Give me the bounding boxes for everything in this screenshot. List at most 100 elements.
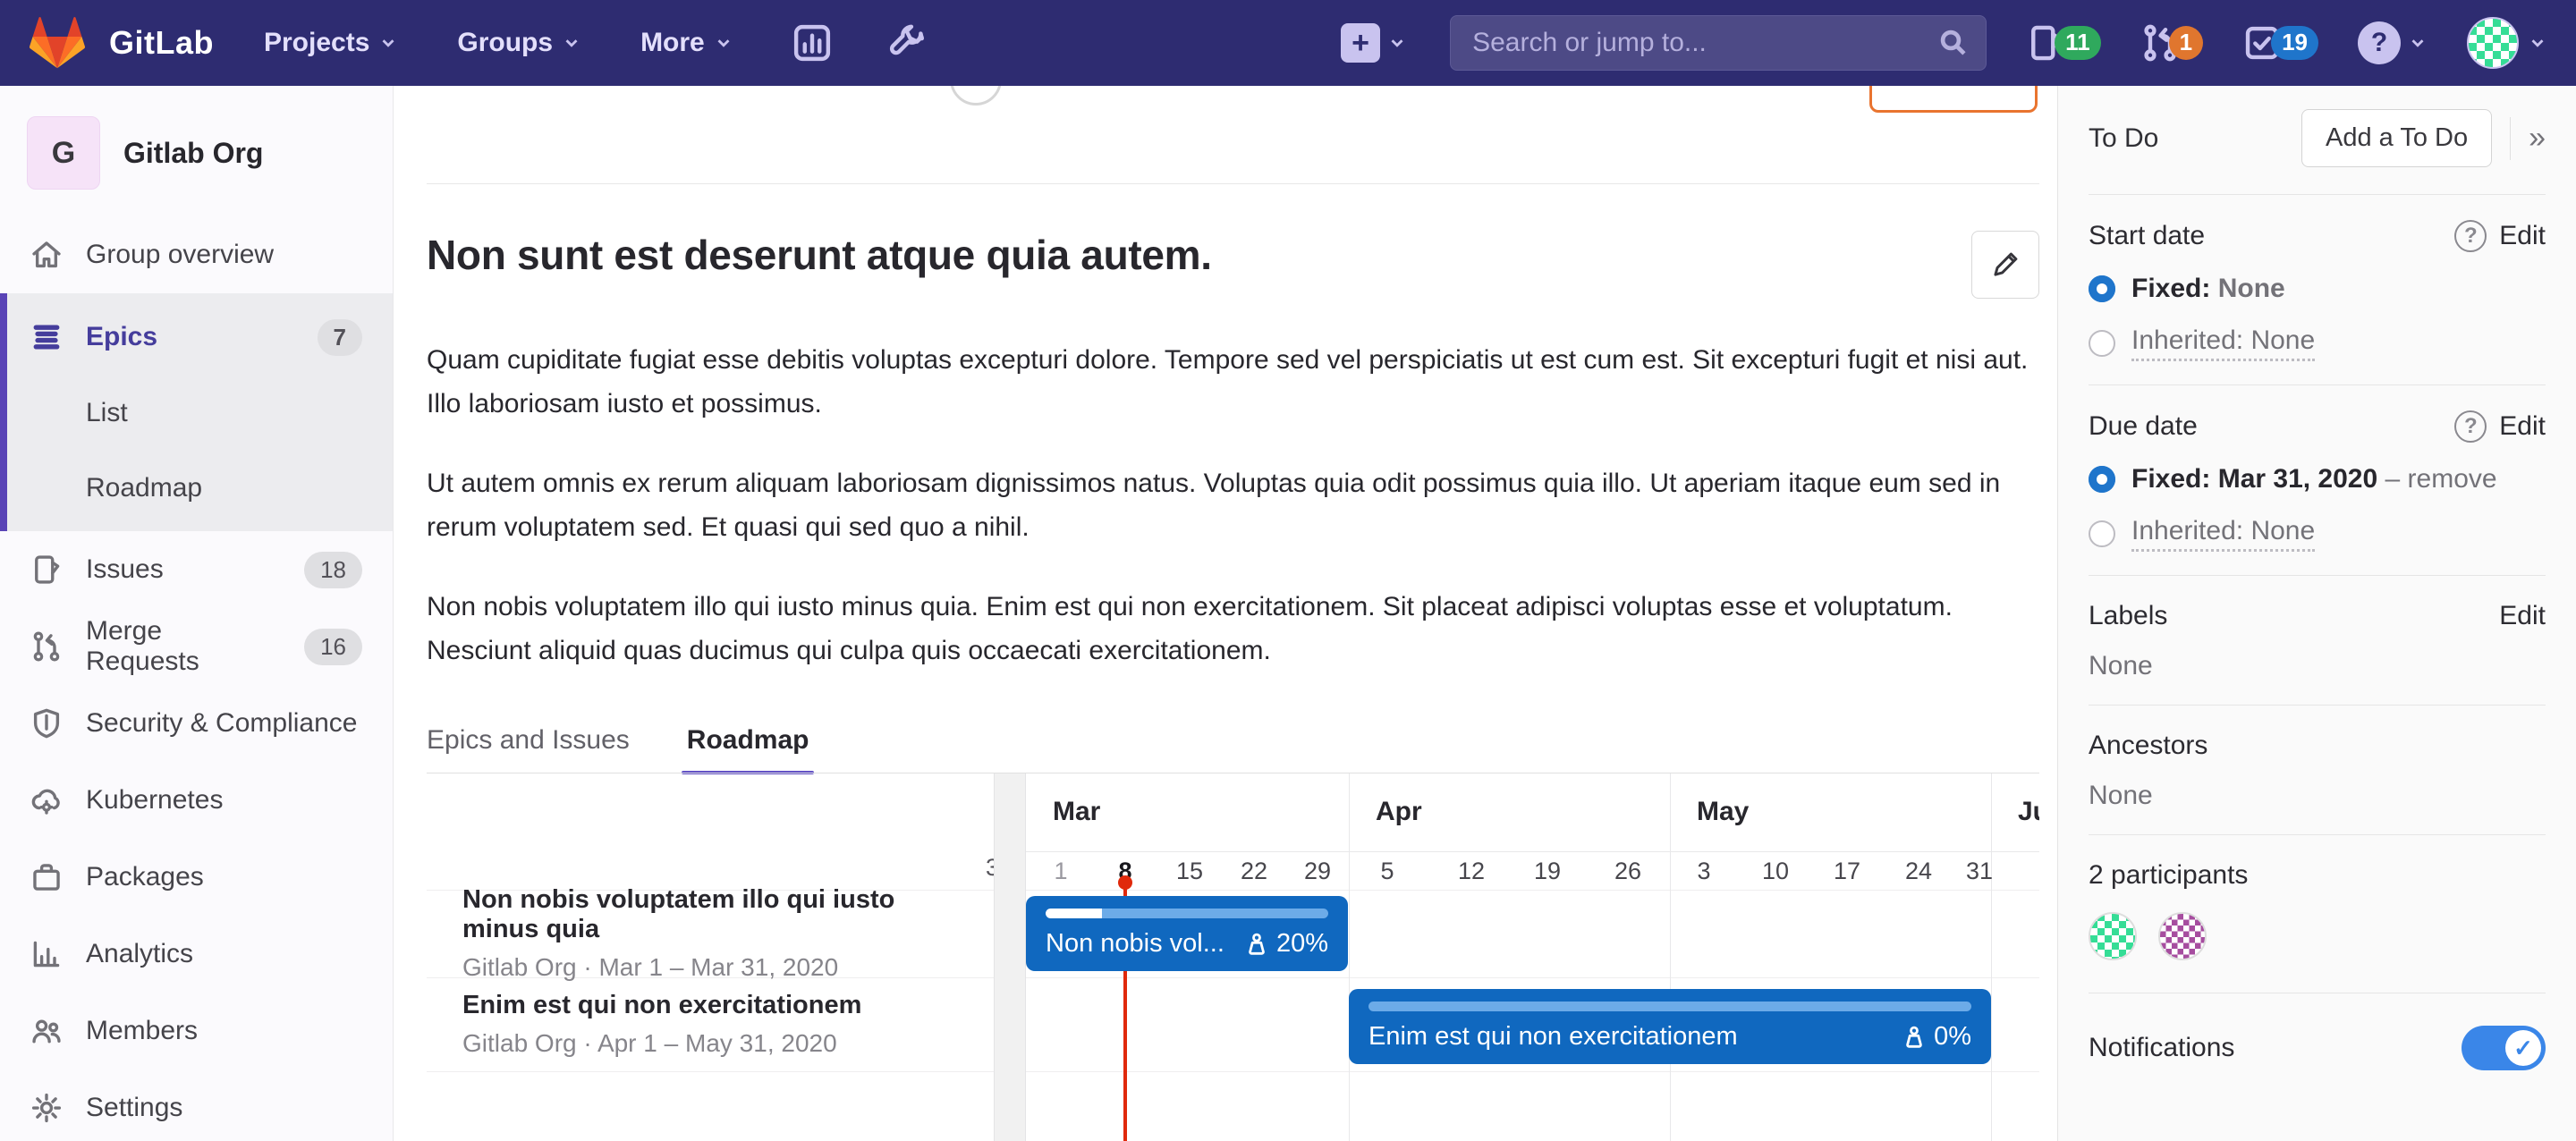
- chevron-down-icon: [562, 33, 581, 53]
- date-tick: 31: [1966, 858, 1993, 885]
- ancestors-section: Ancestors None: [2089, 705, 2546, 834]
- epic-list-row[interactable]: Enim est qui non exercitationem Gitlab O…: [427, 977, 970, 1071]
- search-input[interactable]: [1450, 15, 1987, 71]
- todo-count-badge: 19: [2271, 26, 2318, 59]
- start-date-inherited-option[interactable]: Inherited: None: [2089, 325, 2546, 361]
- top-navbar: GitLab Projects Groups More +: [0, 0, 2576, 86]
- gear-icon: [30, 1092, 63, 1124]
- epic-row-title: Non nobis voluptatem illo qui iusto minu…: [462, 885, 970, 944]
- notifications-toggle[interactable]: ✓: [2462, 1026, 2546, 1070]
- due-date-heading: Due date: [2089, 411, 2198, 442]
- remove-due-date-link[interactable]: remove: [2408, 464, 2497, 494]
- start-date-edit-link[interactable]: Edit: [2499, 221, 2546, 251]
- description-paragraph: Non nobis voluptatem illo qui iusto minu…: [427, 585, 2039, 672]
- sidebar-item-group-overview[interactable]: Group overview: [0, 216, 393, 293]
- due-date-fixed-option[interactable]: Fixed: Mar 31, 2020 – remove: [2089, 464, 2546, 494]
- epic-progress-track: [1368, 1002, 1971, 1011]
- ancestors-value: None: [2089, 781, 2546, 811]
- sidebar-item-merge-requests[interactable]: Merge Requests 16: [0, 608, 393, 685]
- epics-count-badge: 7: [318, 319, 362, 356]
- sidebar-item-packages[interactable]: Packages: [0, 839, 393, 916]
- sidebar-item-kubernetes[interactable]: Kubernetes: [0, 762, 393, 839]
- weight-icon: [1902, 1025, 1927, 1050]
- date-tick: 1: [1054, 858, 1067, 885]
- epic-icon: [30, 321, 63, 353]
- charts-icon[interactable]: [792, 23, 832, 63]
- merge-requests-nav-button[interactable]: 1: [2140, 23, 2203, 63]
- brand-wordmark[interactable]: GitLab: [109, 24, 214, 62]
- due-date-inherited-option[interactable]: Inherited: None: [2089, 516, 2546, 552]
- epic-tabs: Epics and Issues Roadmap: [427, 708, 2039, 773]
- date-tick: 26: [1614, 858, 1641, 885]
- bar-chart-icon: [30, 938, 63, 970]
- epic-list-column: Non nobis voluptatem illo qui iusto minu…: [427, 773, 970, 1141]
- clipped-feb-tick: 3: [970, 852, 994, 890]
- labels-section: Labels Edit None: [2089, 575, 2546, 705]
- menu-groups[interactable]: Groups: [457, 28, 581, 58]
- epic-bar[interactable]: Non nobis vol... 20%: [1026, 896, 1348, 971]
- sidebar-item-analytics[interactable]: Analytics: [0, 916, 393, 993]
- help-icon[interactable]: ?: [2454, 410, 2487, 443]
- tab-epics-and-issues[interactable]: Epics and Issues: [427, 708, 630, 773]
- chevron-down-icon: [2408, 33, 2428, 53]
- radio-unselected[interactable]: [2089, 520, 2115, 547]
- navbar-left: GitLab Projects Groups More: [29, 15, 959, 71]
- epic-weight: 20%: [1244, 929, 1328, 959]
- sidebar-item-issues[interactable]: Issues 18: [0, 531, 393, 608]
- due-date-edit-link[interactable]: Edit: [2499, 411, 2546, 442]
- chevron-down-icon: [714, 33, 733, 53]
- tab-roadmap[interactable]: Roadmap: [687, 708, 809, 773]
- edit-title-button[interactable]: [1971, 231, 2039, 299]
- sidebar-item-epics-list[interactable]: List: [0, 376, 393, 451]
- radio-selected[interactable]: [2089, 466, 2115, 493]
- epic-bar[interactable]: Enim est qui non exercitationem 0%: [1349, 989, 1991, 1064]
- navbar-right: + 11 1 19 ?: [1341, 15, 2547, 71]
- mr-count-badge: 16: [304, 629, 362, 665]
- participant-avatar[interactable]: [2158, 912, 2207, 960]
- sidebar-item-epics[interactable]: Epics 7: [0, 299, 393, 376]
- date-tick: 24: [1905, 858, 1932, 885]
- cloud-gear-icon: [30, 784, 63, 816]
- gitlab-tanuki-logo[interactable]: [29, 15, 86, 71]
- epic-list-row[interactable]: Non nobis voluptatem illo qui iusto minu…: [427, 890, 970, 977]
- date-tick: 29: [1304, 858, 1331, 885]
- issues-nav-button[interactable]: 11: [2026, 23, 2101, 63]
- participant-avatar[interactable]: [2089, 912, 2137, 960]
- help-icon[interactable]: ?: [2454, 220, 2487, 252]
- epic-progress-track: [1046, 909, 1328, 918]
- sidebar-item-epics-roadmap[interactable]: Roadmap: [0, 451, 393, 526]
- date-tick: 3: [1697, 858, 1710, 885]
- issues-count-badge: 18: [304, 552, 362, 588]
- labels-edit-link[interactable]: Edit: [2499, 601, 2546, 631]
- menu-more[interactable]: More: [640, 28, 733, 58]
- sidebar-item-security[interactable]: Security & Compliance: [0, 685, 393, 762]
- new-menu-button[interactable]: +: [1341, 23, 1407, 63]
- roadmap-timeline: Mar Apr May Ju 1 8 15 22 29 5 12 19 26 3…: [1026, 773, 2039, 1141]
- plus-square-icon: +: [1341, 23, 1380, 63]
- admin-wrench-icon[interactable]: [887, 23, 927, 63]
- start-date-heading: Start date: [2089, 221, 2205, 251]
- issues-icon: [30, 554, 63, 586]
- radio-unselected[interactable]: [2089, 330, 2115, 357]
- group-header[interactable]: G Gitlab Org: [0, 86, 393, 216]
- home-icon: [30, 239, 63, 271]
- notifications-heading: Notifications: [2089, 1033, 2234, 1063]
- help-menu-button[interactable]: ?: [2358, 21, 2428, 64]
- roadmap-scrollbar-strip[interactable]: [994, 773, 1026, 1141]
- sidebar-item-settings[interactable]: Settings: [0, 1069, 393, 1141]
- date-tick: 12: [1458, 858, 1485, 885]
- collapse-sidebar-button[interactable]: »: [2529, 121, 2546, 156]
- todos-nav-button[interactable]: 19: [2242, 23, 2318, 63]
- sidebar-item-members[interactable]: Members: [0, 993, 393, 1069]
- add-todo-button[interactable]: Add a To Do: [2301, 109, 2492, 167]
- start-date-fixed-option[interactable]: Fixed: None: [2089, 274, 2546, 304]
- clipped-orange-button[interactable]: [1869, 86, 2038, 113]
- labels-value: None: [2089, 651, 2546, 681]
- user-menu-button[interactable]: [2467, 17, 2547, 69]
- page-title: Non sunt est deserunt atque quia autem.: [427, 231, 1212, 279]
- divider: [2510, 117, 2511, 160]
- help-icon: ?: [2358, 21, 2401, 64]
- radio-selected[interactable]: [2089, 275, 2115, 302]
- menu-projects[interactable]: Projects: [264, 28, 398, 58]
- due-date-section: Due date ? Edit Fixed: Mar 31, 2020 – re…: [2089, 385, 2546, 575]
